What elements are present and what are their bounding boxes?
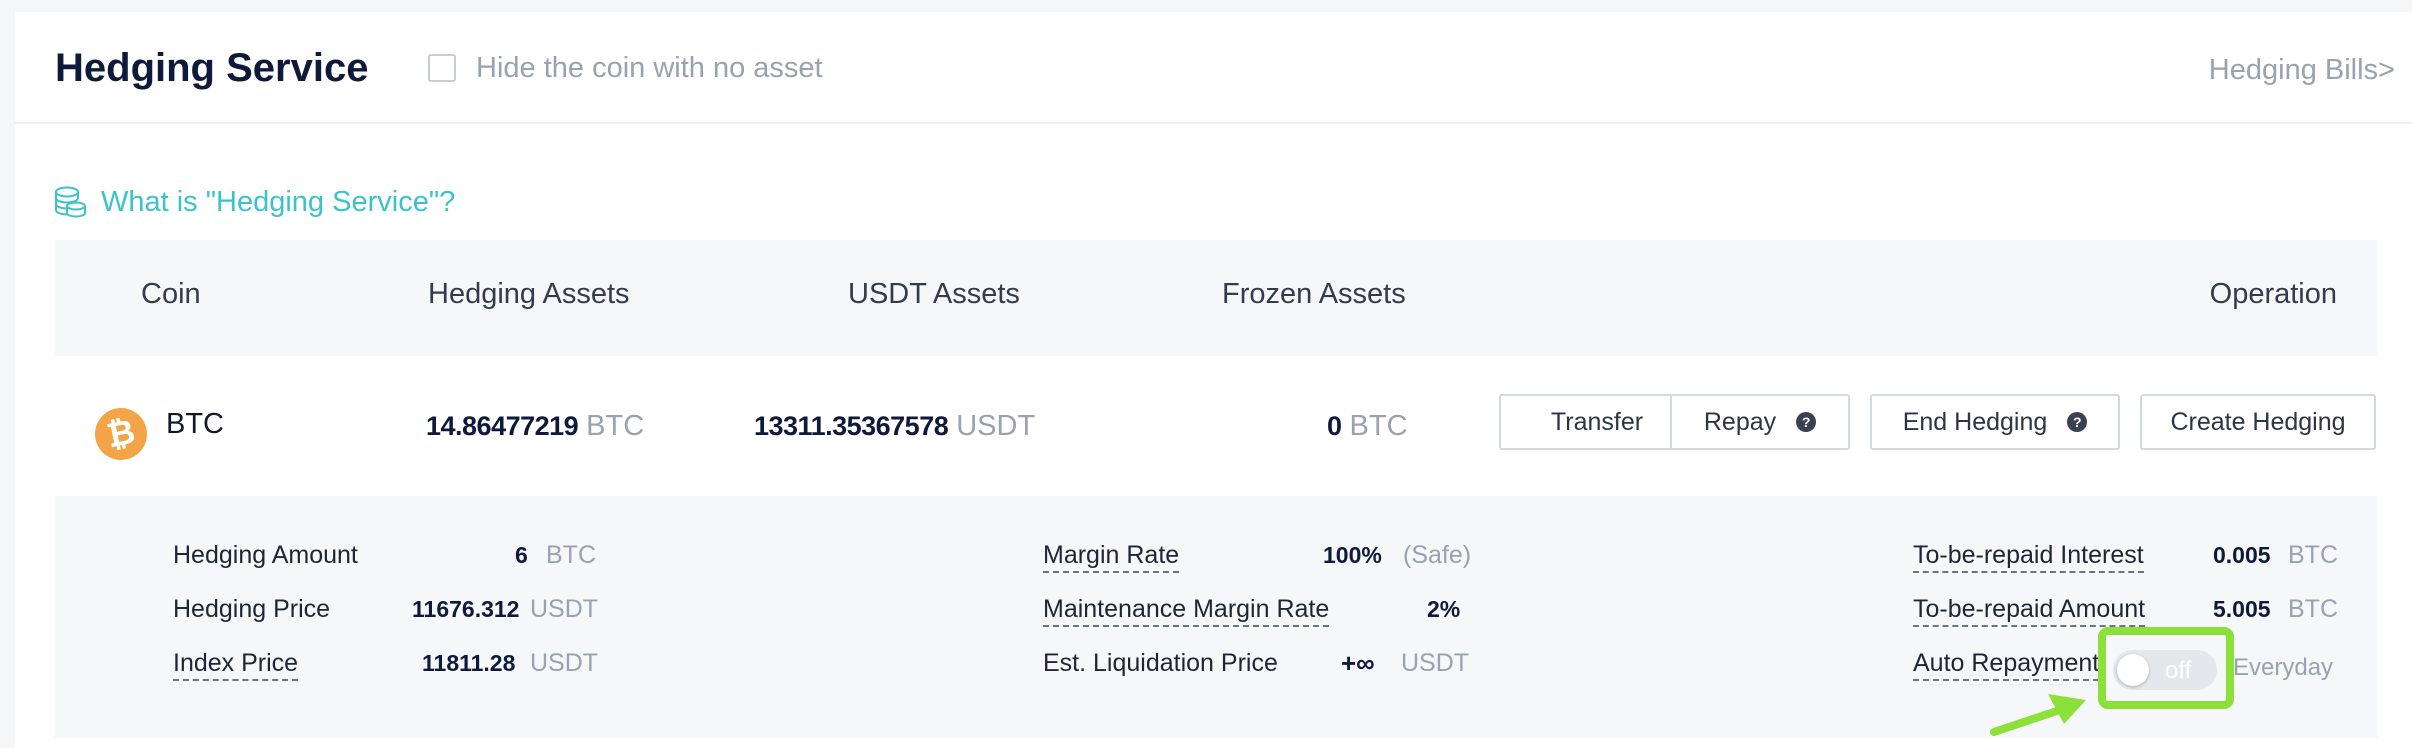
help-icon[interactable]: ?: [2067, 412, 2088, 432]
table-row: ₿ BTC 14.86477219 BTC 13311.35367578 USDT …: [55, 356, 2377, 506]
repaid-amount-unit: BTC: [2288, 595, 2338, 623]
usdt-assets-value: 13311.35367578 USDT: [754, 410, 1035, 443]
hedging-assets-unit: BTC: [586, 410, 645, 442]
hide-zero-label: Hide the coin with no asset: [476, 51, 823, 84]
hedging-price-unit: USDT: [530, 595, 599, 623]
col-hedging-assets: Hedging Assets: [428, 278, 630, 310]
frozen-assets-unit: BTC: [1349, 410, 1408, 442]
col-coin: Coin: [141, 278, 201, 310]
repaid-interest-unit: BTC: [2288, 541, 2338, 569]
page-header: Hedging Service Hide the coin with no as…: [15, 12, 2412, 124]
margin-rate-status: (Safe): [1403, 541, 1472, 569]
info-link[interactable]: What is "Hedging Service"?: [53, 182, 455, 222]
repay-label: Repay: [1703, 407, 1777, 436]
liquidation-price-value: +∞: [1341, 648, 1375, 678]
hedging-assets-number: 14.86477219: [426, 411, 579, 441]
maintenance-margin-rate-label[interactable]: Maintenance Margin Rate: [1043, 595, 1330, 627]
transfer-button[interactable]: Transfer: [1499, 394, 1695, 450]
coins-stack-icon: [55, 186, 86, 218]
col-usdt-assets: USDT Assets: [848, 278, 1020, 310]
help-icon[interactable]: ?: [1796, 412, 1817, 432]
auto-repayment-frequency: Everyday: [2233, 654, 2334, 681]
hedging-amount-label: Hedging Amount: [173, 541, 358, 569]
liquidation-price-label: Est. Liquidation Price: [1043, 649, 1278, 677]
repaid-interest-value: 0.005: [2213, 542, 2271, 568]
repaid-interest-label[interactable]: To-be-repaid Interest: [1913, 541, 2144, 573]
page-title: Hedging Service: [55, 46, 369, 90]
margin-rate-label[interactable]: Margin Rate: [1043, 541, 1180, 573]
hedging-amount-unit: BTC: [546, 541, 596, 569]
bitcoin-icon: ₿: [90, 403, 152, 465]
frozen-assets-number: 0: [1327, 411, 1342, 441]
auto-repayment-label[interactable]: Auto Repayment: [1913, 649, 2100, 681]
liquidation-price-unit: USDT: [1401, 649, 1470, 677]
maintenance-margin-rate-value: 2%: [1427, 596, 1461, 622]
col-frozen-assets: Frozen Assets: [1222, 278, 1406, 310]
create-hedging-label: Create Hedging: [2170, 407, 2346, 436]
what-is-hedging-link[interactable]: What is "Hedging Service"?: [101, 186, 455, 219]
hedging-price-label: Hedging Price: [173, 595, 331, 623]
coin-name: BTC: [166, 408, 224, 440]
hide-zero-checkbox[interactable]: [428, 54, 456, 82]
index-price-unit: USDT: [530, 649, 599, 677]
repay-button[interactable]: Repay?: [1670, 394, 1850, 450]
table-header: Coin Hedging Assets USDT Assets Frozen A…: [55, 240, 2377, 356]
index-price-value: 11811.28: [422, 650, 516, 676]
index-price-label[interactable]: Index Price: [173, 649, 299, 681]
transfer-label: Transfer: [1550, 407, 1644, 436]
end-hedging-button[interactable]: End Hedging?: [1870, 394, 2120, 450]
hide-zero-toggle[interactable]: Hide the coin with no asset: [428, 52, 823, 84]
hedging-bills-link[interactable]: Hedging Bills>: [2209, 54, 2395, 87]
end-hedging-label: End Hedging: [1902, 407, 2048, 436]
create-hedging-button[interactable]: Create Hedging: [2140, 394, 2376, 450]
highlight-box: [2098, 627, 2234, 709]
repaid-amount-label[interactable]: To-be-repaid Amount: [1913, 595, 2146, 627]
hedging-amount-value: 6: [515, 542, 528, 568]
annotation-arrow-icon: [1990, 694, 2086, 736]
hedging-price-value: 11676.312: [412, 596, 520, 622]
repaid-amount-value: 5.005: [2213, 596, 2271, 622]
margin-rate-value: 100%: [1323, 542, 1382, 568]
usdt-assets-unit: USDT: [956, 410, 1036, 442]
hedging-assets-value: 14.86477219 BTC: [426, 410, 644, 443]
usdt-assets-number: 13311.35367578: [754, 411, 949, 441]
frozen-assets-value: 0 BTC: [1327, 410, 1408, 443]
col-operation: Operation: [2209, 278, 2337, 310]
